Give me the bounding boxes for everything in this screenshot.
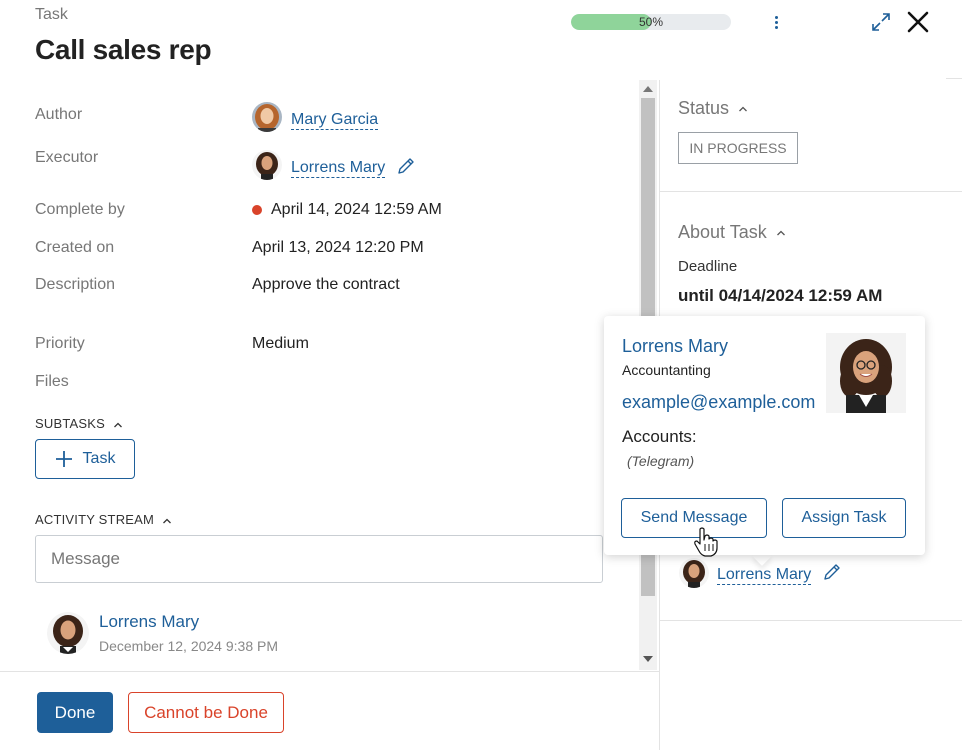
activity-heading-label: ACTIVITY STREAM	[35, 512, 155, 527]
add-subtask-label: Task	[82, 450, 116, 467]
divider	[660, 620, 962, 621]
created-on-label: Created on	[35, 239, 115, 256]
priority-value: Medium	[252, 335, 309, 352]
profile-role: Accountanting	[622, 362, 711, 378]
breadcrumb: Task	[35, 6, 68, 23]
about-task-heading-label: About Task	[678, 222, 767, 242]
status-badge: IN PROGRESS	[678, 132, 798, 164]
plus-icon	[55, 451, 72, 467]
priority-label: Priority	[35, 335, 85, 352]
activity-author[interactable]: Lorrens Mary	[99, 612, 199, 632]
chevron-up-icon	[776, 230, 785, 236]
activity-timestamp: December 12, 2024 9:38 PM	[99, 638, 278, 654]
expand-icon[interactable]	[870, 11, 892, 33]
cannot-be-done-button[interactable]: Cannot be Done	[128, 692, 284, 733]
about-task-heading[interactable]: About Task	[678, 222, 786, 243]
footer-divider	[0, 671, 659, 672]
files-label: Files	[35, 373, 69, 390]
executor-link[interactable]: Lorrens Mary	[717, 566, 812, 585]
divider	[660, 191, 962, 192]
avatar	[252, 102, 282, 132]
description-label: Description	[35, 276, 116, 293]
add-subtask-button[interactable]: Task	[35, 439, 135, 479]
subtasks-heading[interactable]: SUBTASKS	[35, 416, 123, 431]
author-label: Author	[35, 106, 83, 123]
close-icon[interactable]	[905, 9, 931, 35]
hand-cursor-icon	[694, 527, 718, 557]
page-title: Call sales rep	[35, 34, 212, 65]
chevron-up-icon	[739, 106, 748, 112]
chevron-up-icon	[113, 422, 122, 428]
profile-email[interactable]: example@example.com	[622, 392, 815, 413]
overdue-dot-icon	[252, 205, 262, 215]
profile-photo	[826, 333, 906, 413]
profile-accounts-heading: Accounts:	[622, 427, 697, 446]
edit-icon[interactable]	[396, 156, 416, 176]
avatar	[252, 150, 282, 180]
assign-task-button[interactable]: Assign Task	[782, 498, 906, 538]
complete-by-value: April 14, 2024 12:59 AM	[271, 201, 442, 218]
author-link[interactable]: Mary Garcia	[291, 111, 379, 130]
panel-top-line	[946, 78, 962, 79]
executor-label: Executor	[35, 149, 99, 166]
edit-icon[interactable]	[822, 562, 842, 582]
chevron-up-icon	[162, 518, 171, 524]
deadline-value: until 04/14/2024 12:59 AM	[678, 286, 883, 305]
avatar	[47, 612, 89, 654]
progress-bar: 50%	[571, 14, 731, 30]
done-button[interactable]: Done	[37, 692, 113, 733]
activity-heading[interactable]: ACTIVITY STREAM	[35, 512, 172, 527]
deadline-label: Deadline	[678, 258, 738, 275]
executor-link[interactable]: Lorrens Mary	[291, 159, 386, 178]
description-value: Approve the contract	[252, 276, 400, 293]
scroll-up-icon[interactable]	[643, 86, 653, 92]
subtasks-heading-label: SUBTASKS	[35, 416, 105, 431]
created-on-value: April 13, 2024 12:20 PM	[252, 239, 424, 256]
status-heading[interactable]: Status	[678, 98, 748, 119]
profile-name[interactable]: Lorrens Mary	[622, 336, 728, 357]
complete-by-label: Complete by	[35, 201, 125, 218]
status-heading-label: Status	[678, 98, 730, 118]
profile-accounts-value: (Telegram)	[627, 453, 695, 469]
scroll-down-icon[interactable]	[643, 656, 653, 662]
progress-text: 50%	[638, 15, 664, 29]
avatar	[679, 558, 709, 588]
more-options-icon[interactable]	[768, 11, 784, 33]
message-input[interactable]	[35, 535, 603, 583]
